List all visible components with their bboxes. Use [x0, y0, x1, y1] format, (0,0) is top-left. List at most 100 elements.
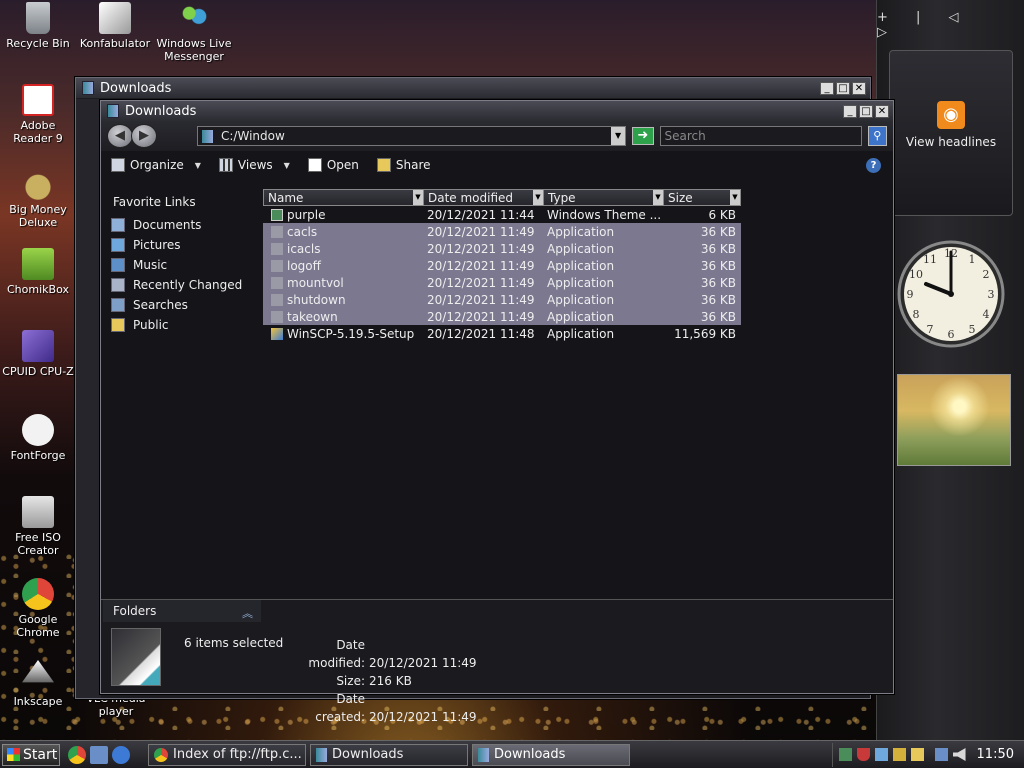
chevron-down-icon[interactable]: ▼: [533, 190, 543, 205]
cpu-icon: [22, 330, 54, 362]
favorite-link-music[interactable]: Music: [105, 255, 261, 275]
desktop-icon-recycle-bin[interactable]: Recycle Bin: [0, 2, 76, 50]
desktop-icon-messenger[interactable]: Windows Live Messenger: [156, 2, 232, 63]
news-gadget[interactable]: ◉ View headlines: [889, 50, 1013, 216]
chevron-down-icon[interactable]: ▼: [413, 190, 423, 205]
column-header-size[interactable]: Size ▼: [663, 189, 741, 206]
column-header-type[interactable]: Type ▼: [543, 189, 663, 206]
taskbar-button-ftp[interactable]: Index of ftp://ftp.c...: [148, 743, 306, 766]
security-shield-icon[interactable]: [856, 748, 870, 761]
start-button[interactable]: Start: [2, 743, 60, 766]
favorite-link-pictures[interactable]: Pictures: [105, 235, 261, 255]
address-text[interactable]: C:/Window: [221, 129, 285, 143]
chrome-icon: [154, 747, 168, 762]
desktop-icon-free-iso[interactable]: Free ISO Creator: [0, 496, 76, 557]
favorite-link-recently-changed[interactable]: Recently Changed: [105, 275, 261, 295]
file-type: Application: [547, 292, 615, 307]
file-list: Name ▼ Date modified ▼ Type ▼ Size ▼ purple …: [263, 189, 741, 342]
taskbar-button-downloads-1[interactable]: Downloads: [310, 743, 468, 766]
tray-app-icon[interactable]: [874, 748, 888, 761]
file-row[interactable]: mountvol 20/12/2021 11:49 Application 36…: [263, 274, 741, 291]
file-row[interactable]: purple 20/12/2021 11:44 Windows Theme ..…: [263, 206, 741, 223]
organize-button[interactable]: Organize ▼: [111, 158, 201, 172]
back-button[interactable]: ◀: [107, 124, 133, 148]
column-header-name[interactable]: Name ▼: [263, 189, 423, 206]
chevron-down-icon[interactable]: ▼: [730, 190, 740, 205]
address-dropdown-icon[interactable]: ▼: [611, 127, 626, 145]
window-titlebar[interactable]: Downloads _ □ ✕: [101, 101, 893, 121]
desktop-icon-label: Recycle Bin: [6, 37, 70, 50]
svg-text:2: 2: [983, 268, 990, 281]
desktop-icon-adobe-reader[interactable]: Adobe Reader 9: [0, 84, 76, 145]
help-icon[interactable]: ?: [866, 157, 881, 173]
property-label: Date created:: [315, 692, 365, 724]
maximize-button[interactable]: □: [859, 104, 873, 118]
adobe-reader-icon: [22, 84, 54, 116]
minimize-button[interactable]: _: [843, 104, 857, 118]
file-size: 6 KB: [708, 207, 736, 222]
documents-icon: [111, 218, 125, 232]
tray-folder-icon[interactable]: [910, 748, 924, 761]
file-date: 20/12/2021 11:44: [427, 207, 535, 222]
favorite-link-documents[interactable]: Documents: [105, 215, 261, 235]
folders-toggle[interactable]: Folders ︽: [103, 600, 261, 622]
open-button[interactable]: Open: [307, 158, 359, 172]
explorer-window[interactable]: Downloads _ □ ✕ ◀ ▶ C:/Window ▼ ➜ Search…: [100, 100, 894, 724]
application-icon: [271, 259, 283, 272]
search-input[interactable]: Search: [659, 126, 862, 146]
file-row[interactable]: cacls 20/12/2021 11:49 Application 36 KB: [263, 223, 741, 240]
share-button[interactable]: Share: [376, 158, 431, 172]
views-button[interactable]: Views ▼: [218, 158, 290, 172]
slideshow-gadget[interactable]: [897, 374, 1011, 466]
property-value: 216 KB: [369, 674, 412, 688]
tray-arrow-icon[interactable]: [838, 748, 852, 761]
desktop-icon-fontforge[interactable]: FontForge: [0, 414, 76, 462]
favorite-link-searches[interactable]: Searches: [105, 295, 261, 315]
desktop-icon-big-money[interactable]: Big Money Deluxe: [0, 168, 76, 229]
favorite-link-public[interactable]: Public: [105, 315, 261, 335]
svg-text:8: 8: [913, 308, 920, 321]
desktop-icon-chrome[interactable]: Google Chrome: [0, 578, 76, 639]
clock-gadget[interactable]: 1212 345 678 91011: [896, 232, 1006, 356]
desktop-icon-label: FontForge: [10, 449, 66, 462]
show-desktop-icon[interactable]: [90, 745, 108, 764]
views-label: Views: [237, 158, 273, 172]
chevron-down-icon[interactable]: ▼: [653, 190, 663, 205]
file-row[interactable]: takeown 20/12/2021 11:49 Application 36 …: [263, 308, 741, 325]
desktop-icon-cpuz[interactable]: CPUID CPU-Z: [0, 330, 76, 378]
maximize-button[interactable]: □: [836, 81, 850, 95]
search-icon[interactable]: ⚲: [867, 126, 887, 146]
close-button[interactable]: ✕: [875, 104, 889, 118]
desktop-icon-chomikbox[interactable]: ChomikBox: [0, 248, 76, 296]
sidebar-controls[interactable]: + | ◁ ▷: [877, 10, 1006, 40]
taskbar-button-downloads-2[interactable]: Downloads: [472, 743, 630, 766]
file-row[interactable]: icacls 20/12/2021 11:49 Application 36 K…: [263, 240, 741, 257]
background-window-titlebar[interactable]: Downloads _ □ ✕: [76, 78, 870, 98]
iso-creator-icon: [22, 496, 54, 528]
desktop-icon-konfabulator[interactable]: Konfabulator: [77, 2, 153, 50]
volume-icon[interactable]: [952, 748, 966, 761]
news-gadget-label[interactable]: View headlines: [890, 135, 1012, 149]
column-header-date[interactable]: Date modified ▼: [423, 189, 543, 206]
open-icon: [307, 158, 322, 172]
svg-text:4: 4: [983, 308, 990, 321]
tray-chart-icon[interactable]: [892, 748, 906, 761]
minimize-button[interactable]: _: [820, 81, 834, 95]
go-button[interactable]: ➜: [632, 127, 654, 145]
chrome-icon[interactable]: [68, 745, 86, 764]
desktop-icon-label: Free ISO Creator: [15, 531, 61, 557]
desktop-icon-inkscape[interactable]: Inkscape: [0, 660, 76, 708]
network-icon[interactable]: [934, 748, 948, 761]
file-row[interactable]: logoff 20/12/2021 11:49 Application 36 K…: [263, 257, 741, 274]
chevron-up-icon[interactable]: ︽: [242, 603, 253, 625]
close-button[interactable]: ✕: [852, 81, 866, 95]
file-date: 20/12/2021 11:49: [427, 224, 535, 239]
taskbar-button-label: Downloads: [494, 747, 566, 762]
file-date: 20/12/2021 11:49: [427, 292, 535, 307]
internet-explorer-icon[interactable]: [112, 745, 130, 764]
address-bar[interactable]: C:/Window ▼: [197, 126, 627, 146]
forward-button[interactable]: ▶: [131, 124, 157, 148]
system-clock[interactable]: 11:50: [977, 747, 1014, 762]
file-row[interactable]: WinSCP-5.19.5-Setup 20/12/2021 11:48 App…: [263, 325, 741, 342]
file-row[interactable]: shutdown 20/12/2021 11:49 Application 36…: [263, 291, 741, 308]
